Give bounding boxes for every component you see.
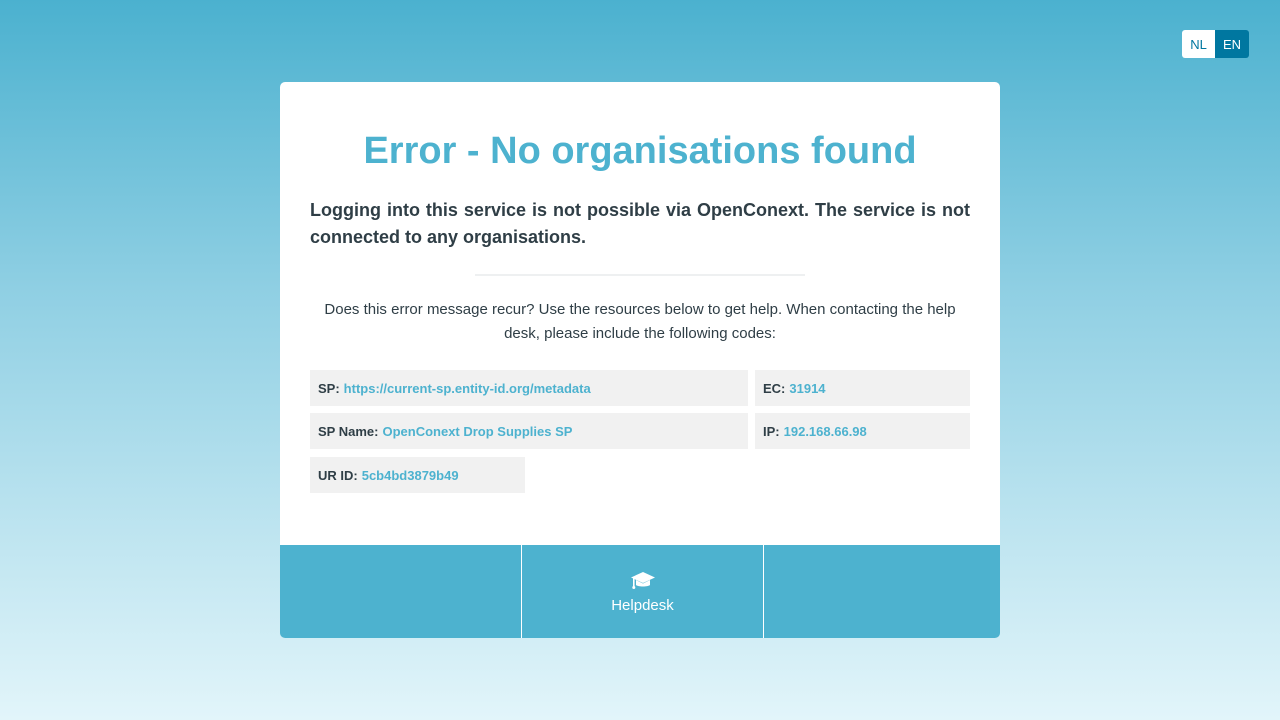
help-text: Does this error message recur? Use the r… — [324, 301, 956, 342]
code-sp-value: https://current-sp.entity-id.org/metadat… — [343, 380, 591, 396]
code-ip: IP: 192.168.66.98 — [755, 413, 970, 449]
code-ur-id-value: 5cb4bd3879b49 — [361, 467, 459, 483]
code-ec-label: EC: — [763, 380, 786, 396]
lang-nl-button[interactable]: NL — [1182, 30, 1215, 58]
code-ur-id-label: UR ID: — [318, 467, 358, 483]
code-sp-name-label: SP Name: — [318, 423, 379, 439]
divider — [475, 274, 805, 276]
helpdesk-label: Helpdesk — [611, 597, 674, 614]
code-sp-label: SP: — [318, 380, 340, 396]
graduation-cap-icon — [630, 572, 655, 589]
code-ip-value: 192.168.66.98 — [783, 423, 867, 439]
code-sp: SP: https://current-sp.entity-id.org/met… — [310, 370, 748, 406]
error-card: Error - No organisations found Logging i… — [280, 82, 1000, 638]
footer: Helpdesk — [280, 545, 1000, 638]
code-ec: EC: 31914 — [755, 370, 970, 406]
code-ur-id: UR ID: 5cb4bd3879b49 — [310, 457, 525, 493]
code-sp-name-value: OpenConext Drop Supplies SP — [382, 423, 573, 439]
helpdesk-link[interactable]: Helpdesk — [522, 545, 764, 638]
error-description: Logging into this service is not possibl… — [310, 200, 970, 247]
page-title: Error - No organisations found — [363, 130, 917, 172]
footer-cell-left — [280, 545, 522, 638]
code-sp-name: SP Name: OpenConext Drop Supplies SP — [310, 413, 748, 449]
footer-cell-right — [764, 545, 1000, 638]
language-switch: NL EN — [1182, 30, 1249, 58]
lang-en-button[interactable]: EN — [1215, 30, 1249, 58]
code-ec-value: 31914 — [789, 380, 826, 396]
code-ip-label: IP: — [763, 423, 780, 439]
